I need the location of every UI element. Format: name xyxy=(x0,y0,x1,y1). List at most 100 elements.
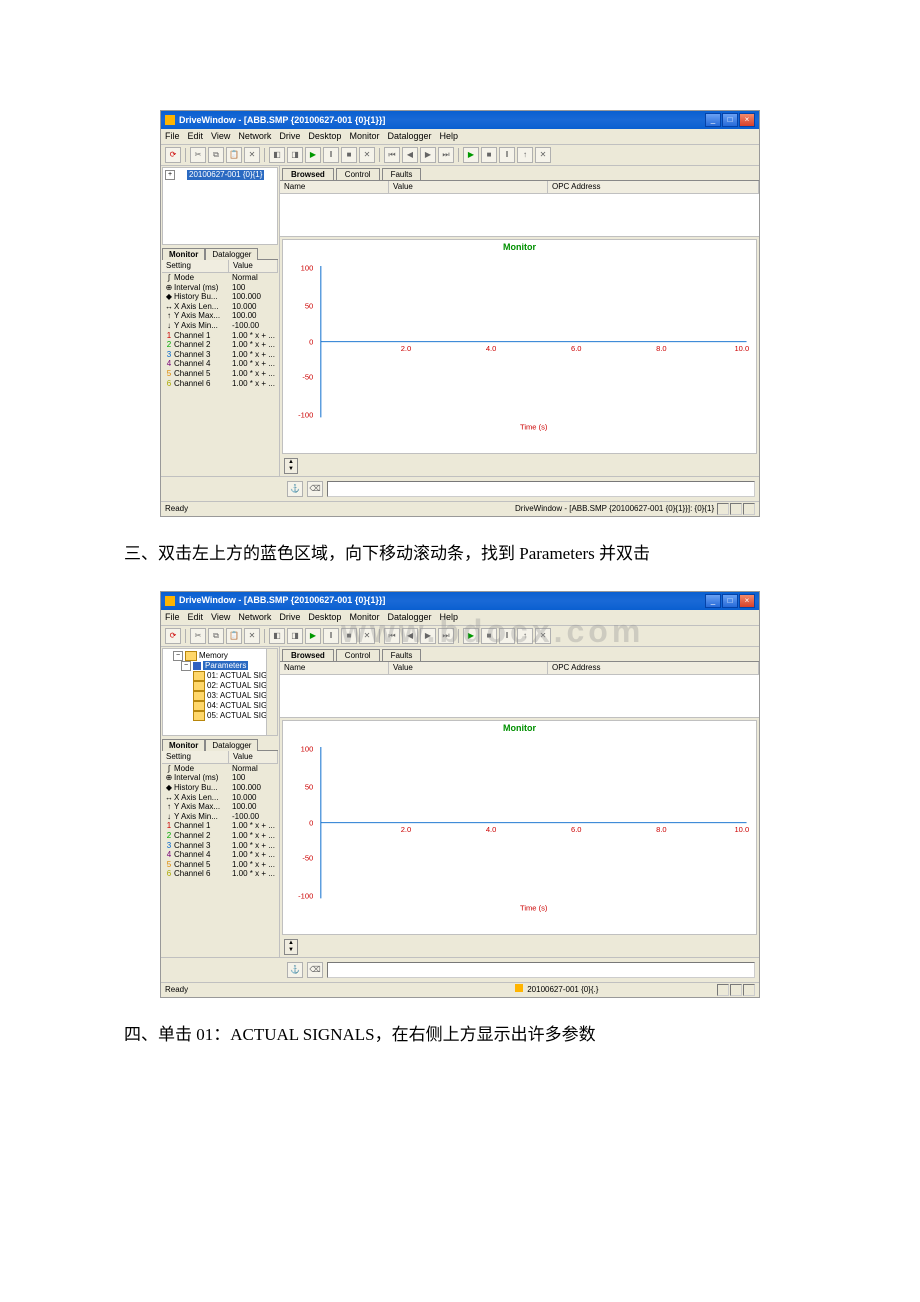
pause-icon[interactable]: ‖ xyxy=(323,628,339,644)
monitor-row[interactable]: 4Channel 41.00 * x + ... xyxy=(162,850,278,860)
menu-network[interactable]: Network xyxy=(238,612,271,623)
rec-pause-icon[interactable]: ‖ xyxy=(499,628,515,644)
monitor-row[interactable]: ↔X Axis Len...10.000 xyxy=(162,302,278,312)
browse-grid[interactable] xyxy=(280,194,759,237)
tab-control[interactable]: Control xyxy=(336,649,380,662)
monitor-row[interactable]: ↓Y Axis Min...-100.00 xyxy=(162,812,278,822)
tab-datalogger[interactable]: Datalogger xyxy=(205,248,258,261)
monitor-row[interactable]: 6Channel 61.00 * x + ... xyxy=(162,379,278,389)
menu-desktop[interactable]: Desktop xyxy=(308,131,341,142)
anchor-icon[interactable]: ⚓ xyxy=(287,962,303,978)
first-icon[interactable]: ⏮ xyxy=(384,147,400,163)
menu-monitor[interactable]: Monitor xyxy=(349,131,379,142)
tab-datalogger[interactable]: Datalogger xyxy=(205,739,258,752)
monitor-row[interactable]: ⊕Interval (ms)100 xyxy=(162,283,278,293)
tab-faults[interactable]: Faults xyxy=(382,649,422,662)
monitor-row[interactable]: 5Channel 51.00 * x + ... xyxy=(162,860,278,870)
monitor-row[interactable]: ↑Y Axis Max...100.00 xyxy=(162,802,278,812)
monitor-row[interactable]: ↔X Axis Len...10.000 xyxy=(162,793,278,803)
tab-faults[interactable]: Faults xyxy=(382,168,422,181)
menu-datalogger[interactable]: Datalogger xyxy=(387,612,431,623)
prev-icon[interactable]: ◀ xyxy=(402,628,418,644)
next-icon[interactable]: ▶ xyxy=(420,628,436,644)
browse-grid[interactable] xyxy=(280,675,759,718)
tree-node-memory[interactable]: Memory xyxy=(199,651,228,661)
tab-monitor[interactable]: Monitor xyxy=(162,739,205,752)
menu-file[interactable]: File xyxy=(165,612,180,623)
upload-icon[interactable]: ↑ xyxy=(517,628,533,644)
pause-icon[interactable]: ‖ xyxy=(323,147,339,163)
close-button[interactable]: × xyxy=(739,594,755,608)
collapse-icon[interactable]: − xyxy=(181,661,191,671)
menu-network[interactable]: Network xyxy=(238,131,271,142)
tab-browsed[interactable]: Browsed xyxy=(282,168,334,181)
status-input[interactable] xyxy=(327,481,755,497)
monitor-row[interactable]: ↑Y Axis Max...100.00 xyxy=(162,311,278,321)
tab-control[interactable]: Control xyxy=(336,168,380,181)
monitor-row[interactable]: 2Channel 21.00 * x + ... xyxy=(162,340,278,350)
menu-help[interactable]: Help xyxy=(440,612,459,623)
menu-view[interactable]: View xyxy=(211,131,230,142)
tree-node-parameters[interactable]: Parameters xyxy=(203,661,248,671)
monitor-row[interactable]: 6Channel 61.00 * x + ... xyxy=(162,869,278,879)
close-button[interactable]: × xyxy=(739,113,755,127)
upload-icon[interactable]: ↑ xyxy=(517,147,533,163)
erase-icon[interactable]: ⌫ xyxy=(307,962,323,978)
tab-monitor[interactable]: Monitor xyxy=(162,248,205,261)
maximize-button[interactable]: □ xyxy=(722,594,738,608)
tree-scrollbar[interactable] xyxy=(266,649,277,735)
rec-stop-icon[interactable]: ■ xyxy=(481,628,497,644)
monitor-row[interactable]: 1Channel 11.00 * x + ... xyxy=(162,331,278,341)
anchor-icon[interactable]: ⚓ xyxy=(287,481,303,497)
minimize-button[interactable]: _ xyxy=(705,594,721,608)
delete-icon[interactable]: ✕ xyxy=(244,147,260,163)
tool-icon[interactable]: ✕ xyxy=(359,628,375,644)
collapse-icon[interactable]: − xyxy=(173,651,183,661)
paste-icon[interactable]: 📋 xyxy=(226,147,242,163)
refresh-icon[interactable]: ⟳ xyxy=(165,147,181,163)
tree-node[interactable]: 03: ACTUAL SIGN xyxy=(193,691,275,701)
prev-icon[interactable]: ◀ xyxy=(402,147,418,163)
monitor-row[interactable]: ⊕Interval (ms)100 xyxy=(162,773,278,783)
tree-view[interactable]: + 20100627-001 {0}{1} xyxy=(162,167,278,245)
tree-view[interactable]: − Memory − Parameters 01: ACTUAL SIGN02:… xyxy=(162,648,278,736)
clear-icon[interactable]: ✕ xyxy=(535,628,551,644)
monitor-row[interactable]: ↓Y Axis Min...-100.00 xyxy=(162,321,278,331)
menu-desktop[interactable]: Desktop xyxy=(308,612,341,623)
stop-icon[interactable]: ■ xyxy=(341,628,357,644)
minimize-button[interactable]: _ xyxy=(705,113,721,127)
menu-datalogger[interactable]: Datalogger xyxy=(387,131,431,142)
status-input[interactable] xyxy=(327,962,755,978)
tree-node[interactable]: 04: ACTUAL SIGN xyxy=(193,701,275,711)
tab-browsed[interactable]: Browsed xyxy=(282,649,334,662)
zoom-spinner[interactable]: ▲▼ xyxy=(284,458,298,474)
expand-icon[interactable]: + xyxy=(165,170,175,180)
rec-play-icon[interactable]: ▶ xyxy=(463,628,479,644)
erase-icon[interactable]: ⌫ xyxy=(307,481,323,497)
rec-play-icon[interactable]: ▶ xyxy=(463,147,479,163)
menu-view[interactable]: View xyxy=(211,612,230,623)
play-icon[interactable]: ▶ xyxy=(305,147,321,163)
monitor-row[interactable]: ◆History Bu...100.000 xyxy=(162,783,278,793)
zoom-spinner[interactable]: ▲▼ xyxy=(284,939,298,955)
menu-drive[interactable]: Drive xyxy=(279,131,300,142)
tree-node[interactable]: 05: ACTUAL SIGN xyxy=(193,711,275,721)
play-icon[interactable]: ▶ xyxy=(305,628,321,644)
tree-node[interactable]: 01: ACTUAL SIGN xyxy=(193,671,275,681)
maximize-button[interactable]: □ xyxy=(722,113,738,127)
delete-icon[interactable]: ✕ xyxy=(244,628,260,644)
monitor-row[interactable]: 3Channel 31.00 * x + ... xyxy=(162,841,278,851)
copy-icon[interactable]: ⧉ xyxy=(208,147,224,163)
tool-icon[interactable]: ◧ xyxy=(269,628,285,644)
menu-edit[interactable]: Edit xyxy=(188,612,204,623)
tool-icon[interactable]: ◨ xyxy=(287,147,303,163)
menu-file[interactable]: File xyxy=(165,131,180,142)
clear-icon[interactable]: ✕ xyxy=(535,147,551,163)
last-icon[interactable]: ⏭ xyxy=(438,147,454,163)
paste-icon[interactable]: 📋 xyxy=(226,628,242,644)
monitor-row[interactable]: 1Channel 11.00 * x + ... xyxy=(162,821,278,831)
first-icon[interactable]: ⏮ xyxy=(384,628,400,644)
monitor-row[interactable]: 4Channel 41.00 * x + ... xyxy=(162,359,278,369)
monitor-row[interactable]: 3Channel 31.00 * x + ... xyxy=(162,350,278,360)
monitor-row[interactable]: ∫ModeNormal xyxy=(162,764,278,774)
